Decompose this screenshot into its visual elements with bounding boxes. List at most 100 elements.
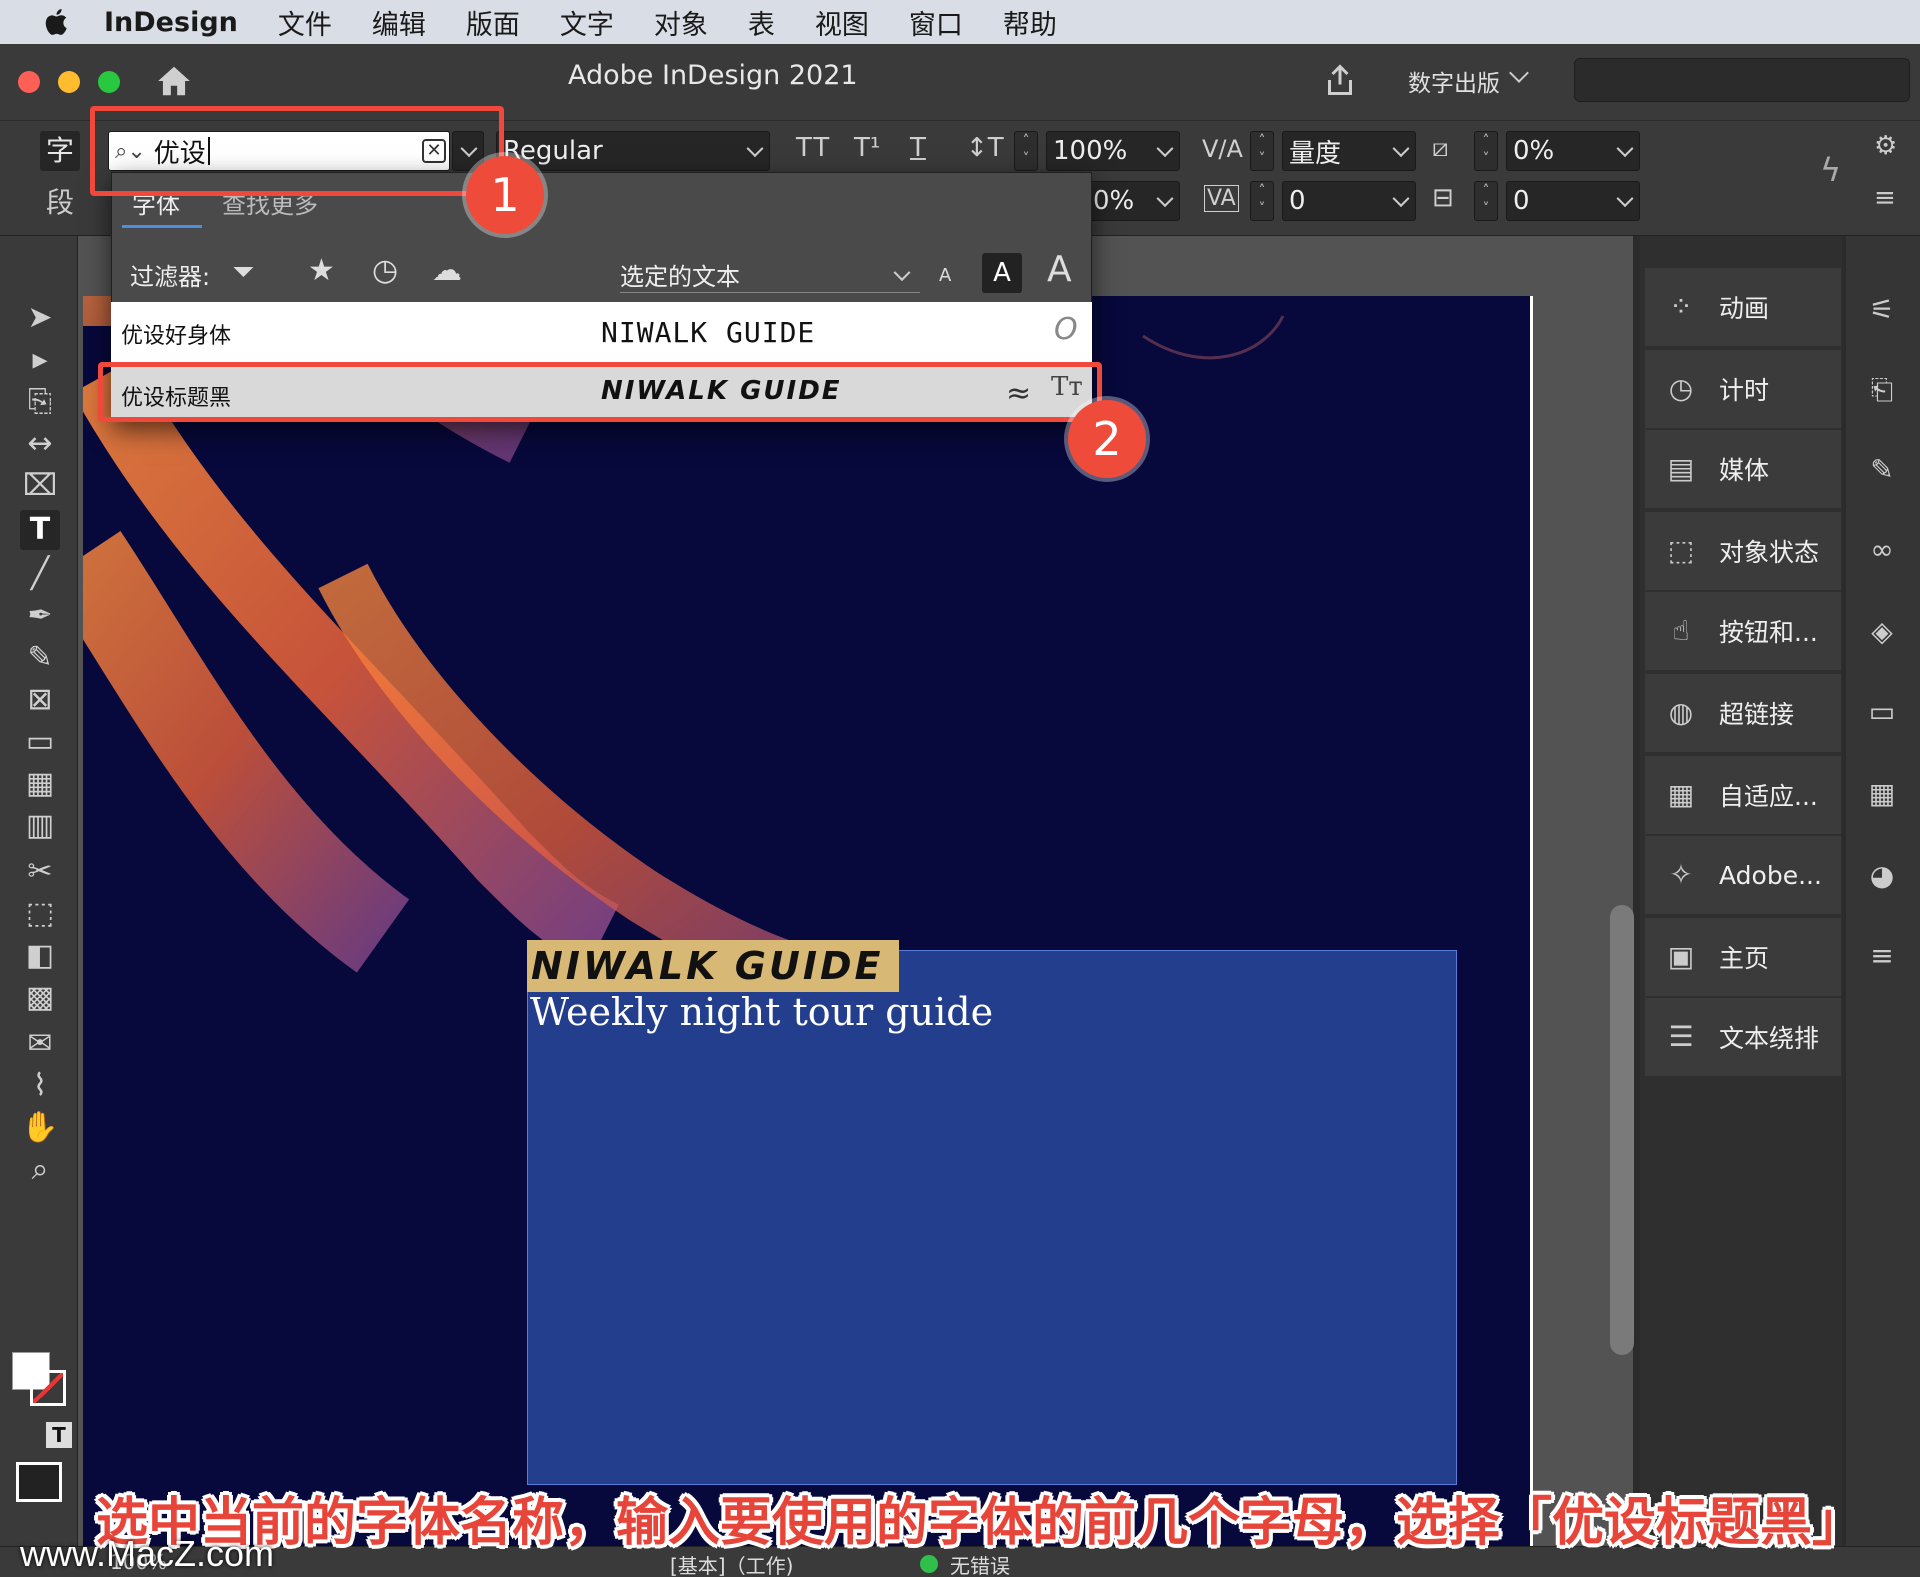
menu-edit[interactable]: 编辑	[372, 3, 426, 42]
menubar: InDesign 文件 编辑 版面 文字 对象 表 视图 窗口 帮助	[0, 0, 1920, 44]
vertical-scale-icon[interactable]: ↕T	[966, 133, 1004, 163]
preview-size-small[interactable]: A	[939, 265, 951, 286]
panel-parent-pages[interactable]: ▣ 主页	[1645, 918, 1841, 996]
note-tool-icon[interactable]: ✉	[20, 1024, 60, 1064]
panel-menu-icon[interactable]: ≡	[1874, 183, 1896, 213]
swatches-icon[interactable]: ▦	[1862, 774, 1902, 814]
gradient-panel-icon[interactable]: ▭	[1862, 692, 1902, 732]
zoom-tool-icon[interactable]: ⌕	[20, 1150, 60, 1190]
menu-layout[interactable]: 版面	[466, 3, 520, 42]
preview-size-large[interactable]: A	[1047, 249, 1072, 290]
paragraph-styles-icon[interactable]: ≡	[1862, 936, 1902, 976]
panel-adobe[interactable]: ✧ Adobe...	[1645, 836, 1841, 914]
preview-size-medium[interactable]: A	[982, 253, 1022, 293]
menu-help[interactable]: 帮助	[1003, 3, 1057, 42]
free-transform-tool-icon[interactable]: ⬚	[20, 894, 60, 934]
kerning-select[interactable]: 量度	[1282, 131, 1416, 171]
apple-icon[interactable]	[40, 5, 74, 39]
horizontal-scale-input[interactable]: 0%	[1086, 181, 1180, 221]
preflight-status-dot	[920, 1555, 938, 1573]
superscript-icon[interactable]: T¹	[854, 133, 880, 163]
tracking-value: 0	[1289, 186, 1306, 216]
selection-tool-icon[interactable]: ➤	[20, 298, 60, 338]
gear-icon[interactable]: ⚙	[1874, 131, 1897, 161]
pencil-tool-icon[interactable]: ✎	[20, 638, 60, 678]
eyedropper-tool-icon[interactable]: ⌇	[20, 1066, 60, 1106]
layers-icon[interactable]: ◈	[1862, 612, 1902, 652]
gap-tool-icon[interactable]: ↔	[20, 424, 60, 464]
content-collector-icon[interactable]: ⌧	[20, 466, 60, 506]
baseline-input[interactable]: 0	[1506, 181, 1640, 221]
menu-app-name[interactable]: InDesign	[104, 7, 238, 38]
cc-libraries-icon[interactable]: ✎	[1862, 450, 1902, 490]
font-list-item[interactable]: 优设好身体 NIWALK GUIDE O	[111, 302, 1092, 362]
panel-hyperlinks[interactable]: ◍ 超链接	[1645, 674, 1841, 752]
preview-scope-select[interactable]: 选定的文本	[620, 257, 920, 293]
direct-selection-tool-icon[interactable]: ▸	[20, 340, 60, 380]
type-tool-icon[interactable]: T	[20, 510, 60, 550]
vertical-scale-stepper[interactable]: ˄ ˅	[1014, 131, 1038, 171]
document-title-text[interactable]: NIWALK GUIDE	[527, 940, 899, 992]
line-tool-icon[interactable]: ╱	[20, 554, 60, 594]
vertical-scrollbar[interactable]	[1610, 905, 1634, 1355]
panel-text-wrap[interactable]: ☰ 文本绕排	[1645, 998, 1841, 1076]
workspace-switcher[interactable]: 数字出版	[1408, 64, 1500, 98]
search-stock-field[interactable]	[1574, 58, 1910, 102]
panel-liquid-layout[interactable]: ▦ 自适应...	[1645, 756, 1841, 834]
tracking-stepper[interactable]: ˄ ˅	[1250, 181, 1274, 221]
table-tool-icon[interactable]: ▦	[20, 764, 60, 804]
links-icon[interactable]: ∞	[1862, 530, 1902, 570]
gradient-feather-tool-icon[interactable]: ▩	[20, 978, 60, 1018]
recent-clock-icon[interactable]: ◷	[372, 253, 398, 288]
minimize-window-button[interactable]	[58, 71, 80, 93]
panel-media[interactable]: ▤ 媒体	[1645, 430, 1841, 508]
stroke-swatch[interactable]	[30, 1370, 66, 1406]
object-states-icon: ⬚	[1667, 534, 1695, 567]
kerning-stepper[interactable]: ˄ ˅	[1250, 131, 1274, 171]
rectangle-tool-icon[interactable]: ▭	[20, 722, 60, 762]
page-tool-icon[interactable]: ⎘	[20, 382, 60, 422]
menu-table[interactable]: 表	[748, 3, 775, 42]
home-icon[interactable]	[154, 62, 194, 100]
all-caps-icon[interactable]: TT	[796, 133, 831, 163]
panel-timing[interactable]: ◷ 计时	[1645, 350, 1841, 428]
formatting-text-icon[interactable]: T	[46, 1422, 72, 1448]
screen-mode-icon[interactable]	[16, 1462, 62, 1502]
menu-file[interactable]: 文件	[278, 3, 332, 42]
tracking-input[interactable]: 0	[1282, 181, 1416, 221]
vertical-scale-input[interactable]: 100%	[1046, 131, 1180, 171]
share-icon[interactable]	[1322, 60, 1358, 100]
panel-buttons[interactable]: ☝ 按钮和...	[1645, 592, 1841, 670]
color-icon[interactable]: ◕	[1862, 856, 1902, 896]
character-mode-button[interactable]: 字	[40, 131, 80, 171]
skew-stepper[interactable]: ˄ ˅	[1474, 131, 1498, 171]
skew-input[interactable]: 0%	[1506, 131, 1640, 171]
scissors-tool-icon[interactable]: ✂	[20, 852, 60, 892]
zoom-window-button[interactable]	[98, 71, 120, 93]
pages-panel-icon[interactable]: ⎗	[1862, 370, 1902, 410]
font-name: 优设好身体	[121, 324, 232, 349]
favorites-star-icon[interactable]: ★	[308, 253, 335, 288]
panel-object-states[interactable]: ⬚ 对象状态	[1645, 512, 1841, 590]
grid-tool-icon[interactable]: ▥	[20, 806, 60, 846]
rectangle-frame-tool-icon[interactable]: ⊠	[20, 680, 60, 720]
menu-window[interactable]: 窗口	[909, 3, 963, 42]
pen-tool-icon[interactable]: ✒	[20, 596, 60, 636]
chevron-down-icon[interactable]	[1509, 63, 1529, 83]
hand-tool-icon[interactable]: ✋	[20, 1108, 60, 1148]
baseline-stepper[interactable]: ˄ ˅	[1474, 181, 1498, 221]
document-subtitle-text[interactable]: Weekly night tour guide	[530, 990, 993, 1034]
menu-type[interactable]: 文字	[560, 3, 614, 42]
cloud-check-icon[interactable]: ☁	[432, 253, 462, 288]
quick-apply-icon[interactable]: ϟ	[1820, 151, 1841, 189]
menu-view[interactable]: 视图	[815, 3, 869, 42]
paragraph-mode-button[interactable]: 段	[40, 183, 80, 223]
underline-icon[interactable]: T	[910, 133, 926, 163]
font-style-select[interactable]: Regular	[496, 131, 770, 171]
panel-animation[interactable]: ⁘ 动画	[1645, 268, 1841, 346]
properties-icon[interactable]: ⚟	[1862, 290, 1902, 330]
menu-object[interactable]: 对象	[654, 3, 708, 42]
filter-funnel-icon[interactable]: ⏷	[232, 255, 254, 289]
close-window-button[interactable]	[18, 71, 40, 93]
gradient-swatch-tool-icon[interactable]: ◧	[20, 936, 60, 976]
